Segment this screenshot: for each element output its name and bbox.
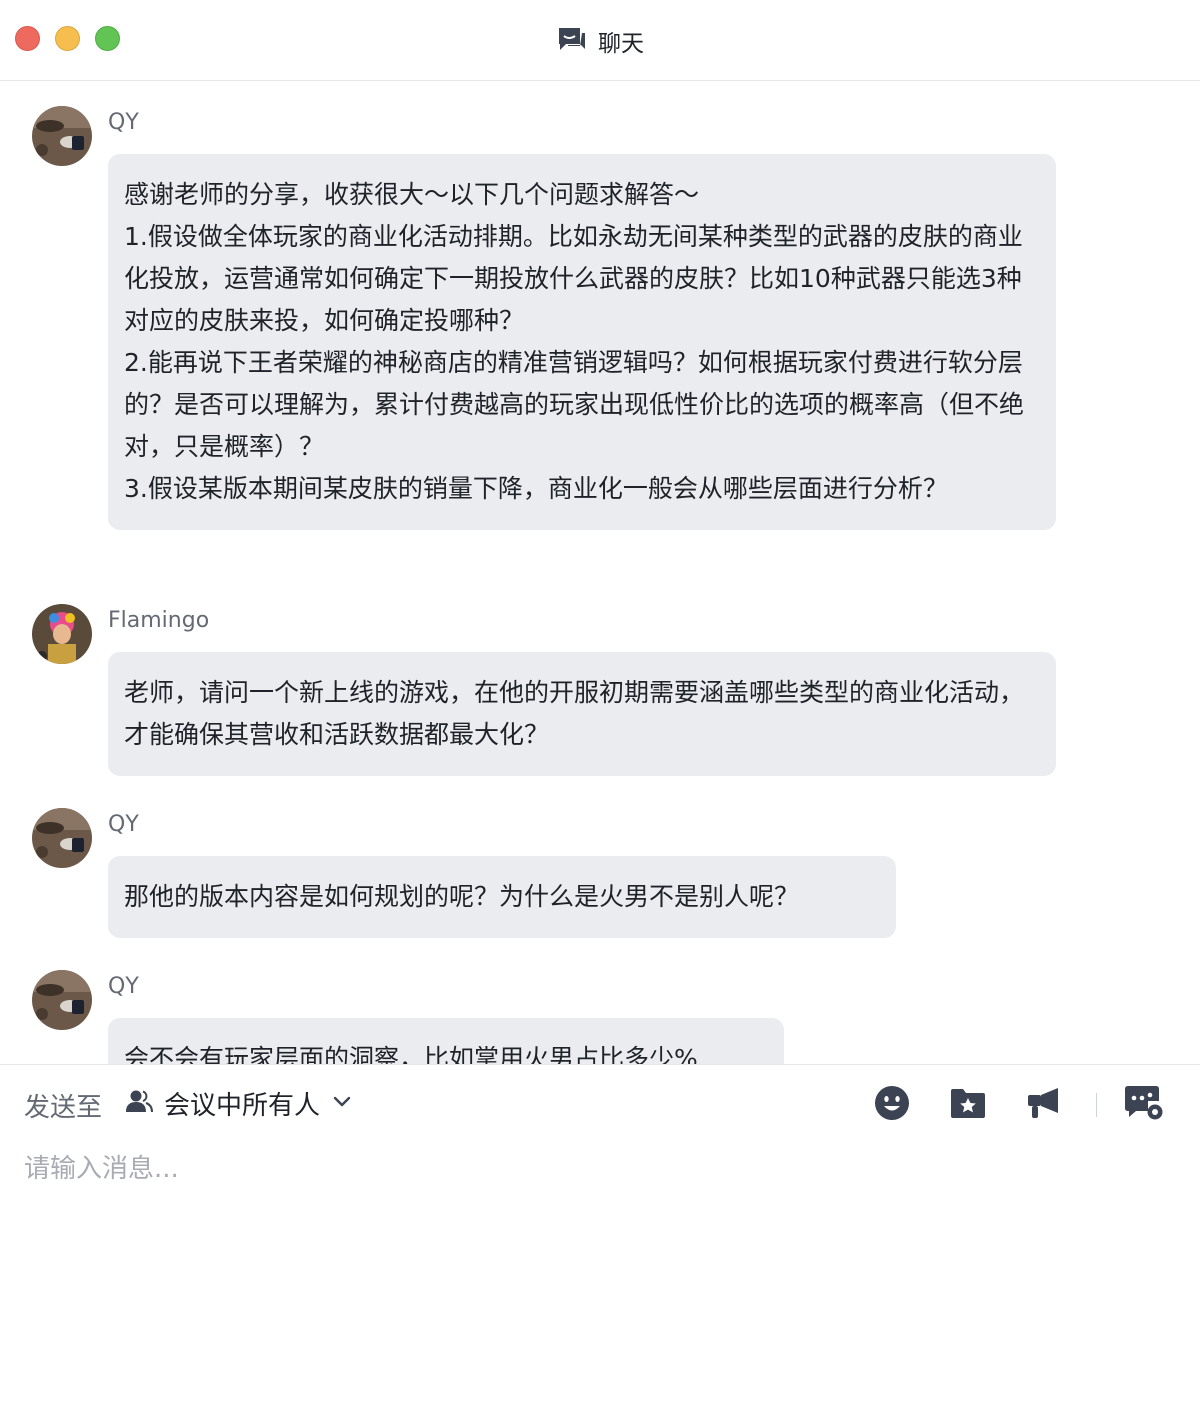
sender-name: QY bbox=[108, 974, 139, 999]
file-button[interactable] bbox=[948, 1085, 988, 1125]
chevron-down-icon bbox=[330, 1089, 354, 1117]
folder-star-icon bbox=[950, 1087, 986, 1123]
emoji-icon bbox=[874, 1085, 910, 1125]
people-icon bbox=[124, 1088, 154, 1118]
window-title-text: 聊天 bbox=[598, 31, 644, 57]
announcement-button[interactable] bbox=[1024, 1085, 1064, 1125]
window-title: 聊天 bbox=[0, 24, 1200, 58]
message-list[interactable]: QY 感谢老师的分享，收获很大～以下几个问题求解答～ 1.假设做全体玩家的商业化… bbox=[0, 82, 1200, 1064]
avatar[interactable] bbox=[32, 970, 92, 1030]
sender-name: QY bbox=[108, 110, 139, 135]
avatar[interactable] bbox=[32, 106, 92, 166]
chat-settings-button[interactable] bbox=[1124, 1085, 1164, 1125]
toolbar-divider bbox=[1096, 1093, 1097, 1117]
avatar[interactable] bbox=[32, 808, 92, 868]
sender-name: Flamingo bbox=[108, 608, 210, 633]
message-bubble: 老师，请问一个新上线的游戏，在他的开服初期需要涵盖哪些类型的商业化活动，才能确保… bbox=[108, 652, 1056, 776]
message-bubble: 感谢老师的分享，收获很大～以下几个问题求解答～ 1.假设做全体玩家的商业化活动排… bbox=[108, 154, 1056, 530]
send-to-selector[interactable]: 会议中所有人 bbox=[124, 1083, 354, 1123]
message-bubble: 会不会有玩家层面的洞察，比如掌用火男占比多少% bbox=[108, 1018, 784, 1064]
avatar[interactable] bbox=[32, 604, 92, 664]
chat-icon bbox=[556, 25, 588, 57]
message-composer: 发送至 会议中所有人 bbox=[0, 1064, 1200, 1416]
emoji-button[interactable] bbox=[872, 1085, 912, 1125]
chat-settings-icon bbox=[1124, 1084, 1164, 1126]
send-to-target: 会议中所有人 bbox=[164, 1090, 321, 1121]
sender-name: QY bbox=[108, 812, 139, 837]
megaphone-icon bbox=[1025, 1086, 1063, 1124]
send-to-label: 发送至 bbox=[24, 1093, 103, 1123]
title-bar: 聊天 bbox=[0, 0, 1200, 81]
message-input[interactable] bbox=[24, 1149, 1174, 1399]
message-bubble: 那他的版本内容是如何规划的呢？为什么是火男不是别人呢？ bbox=[108, 856, 896, 938]
